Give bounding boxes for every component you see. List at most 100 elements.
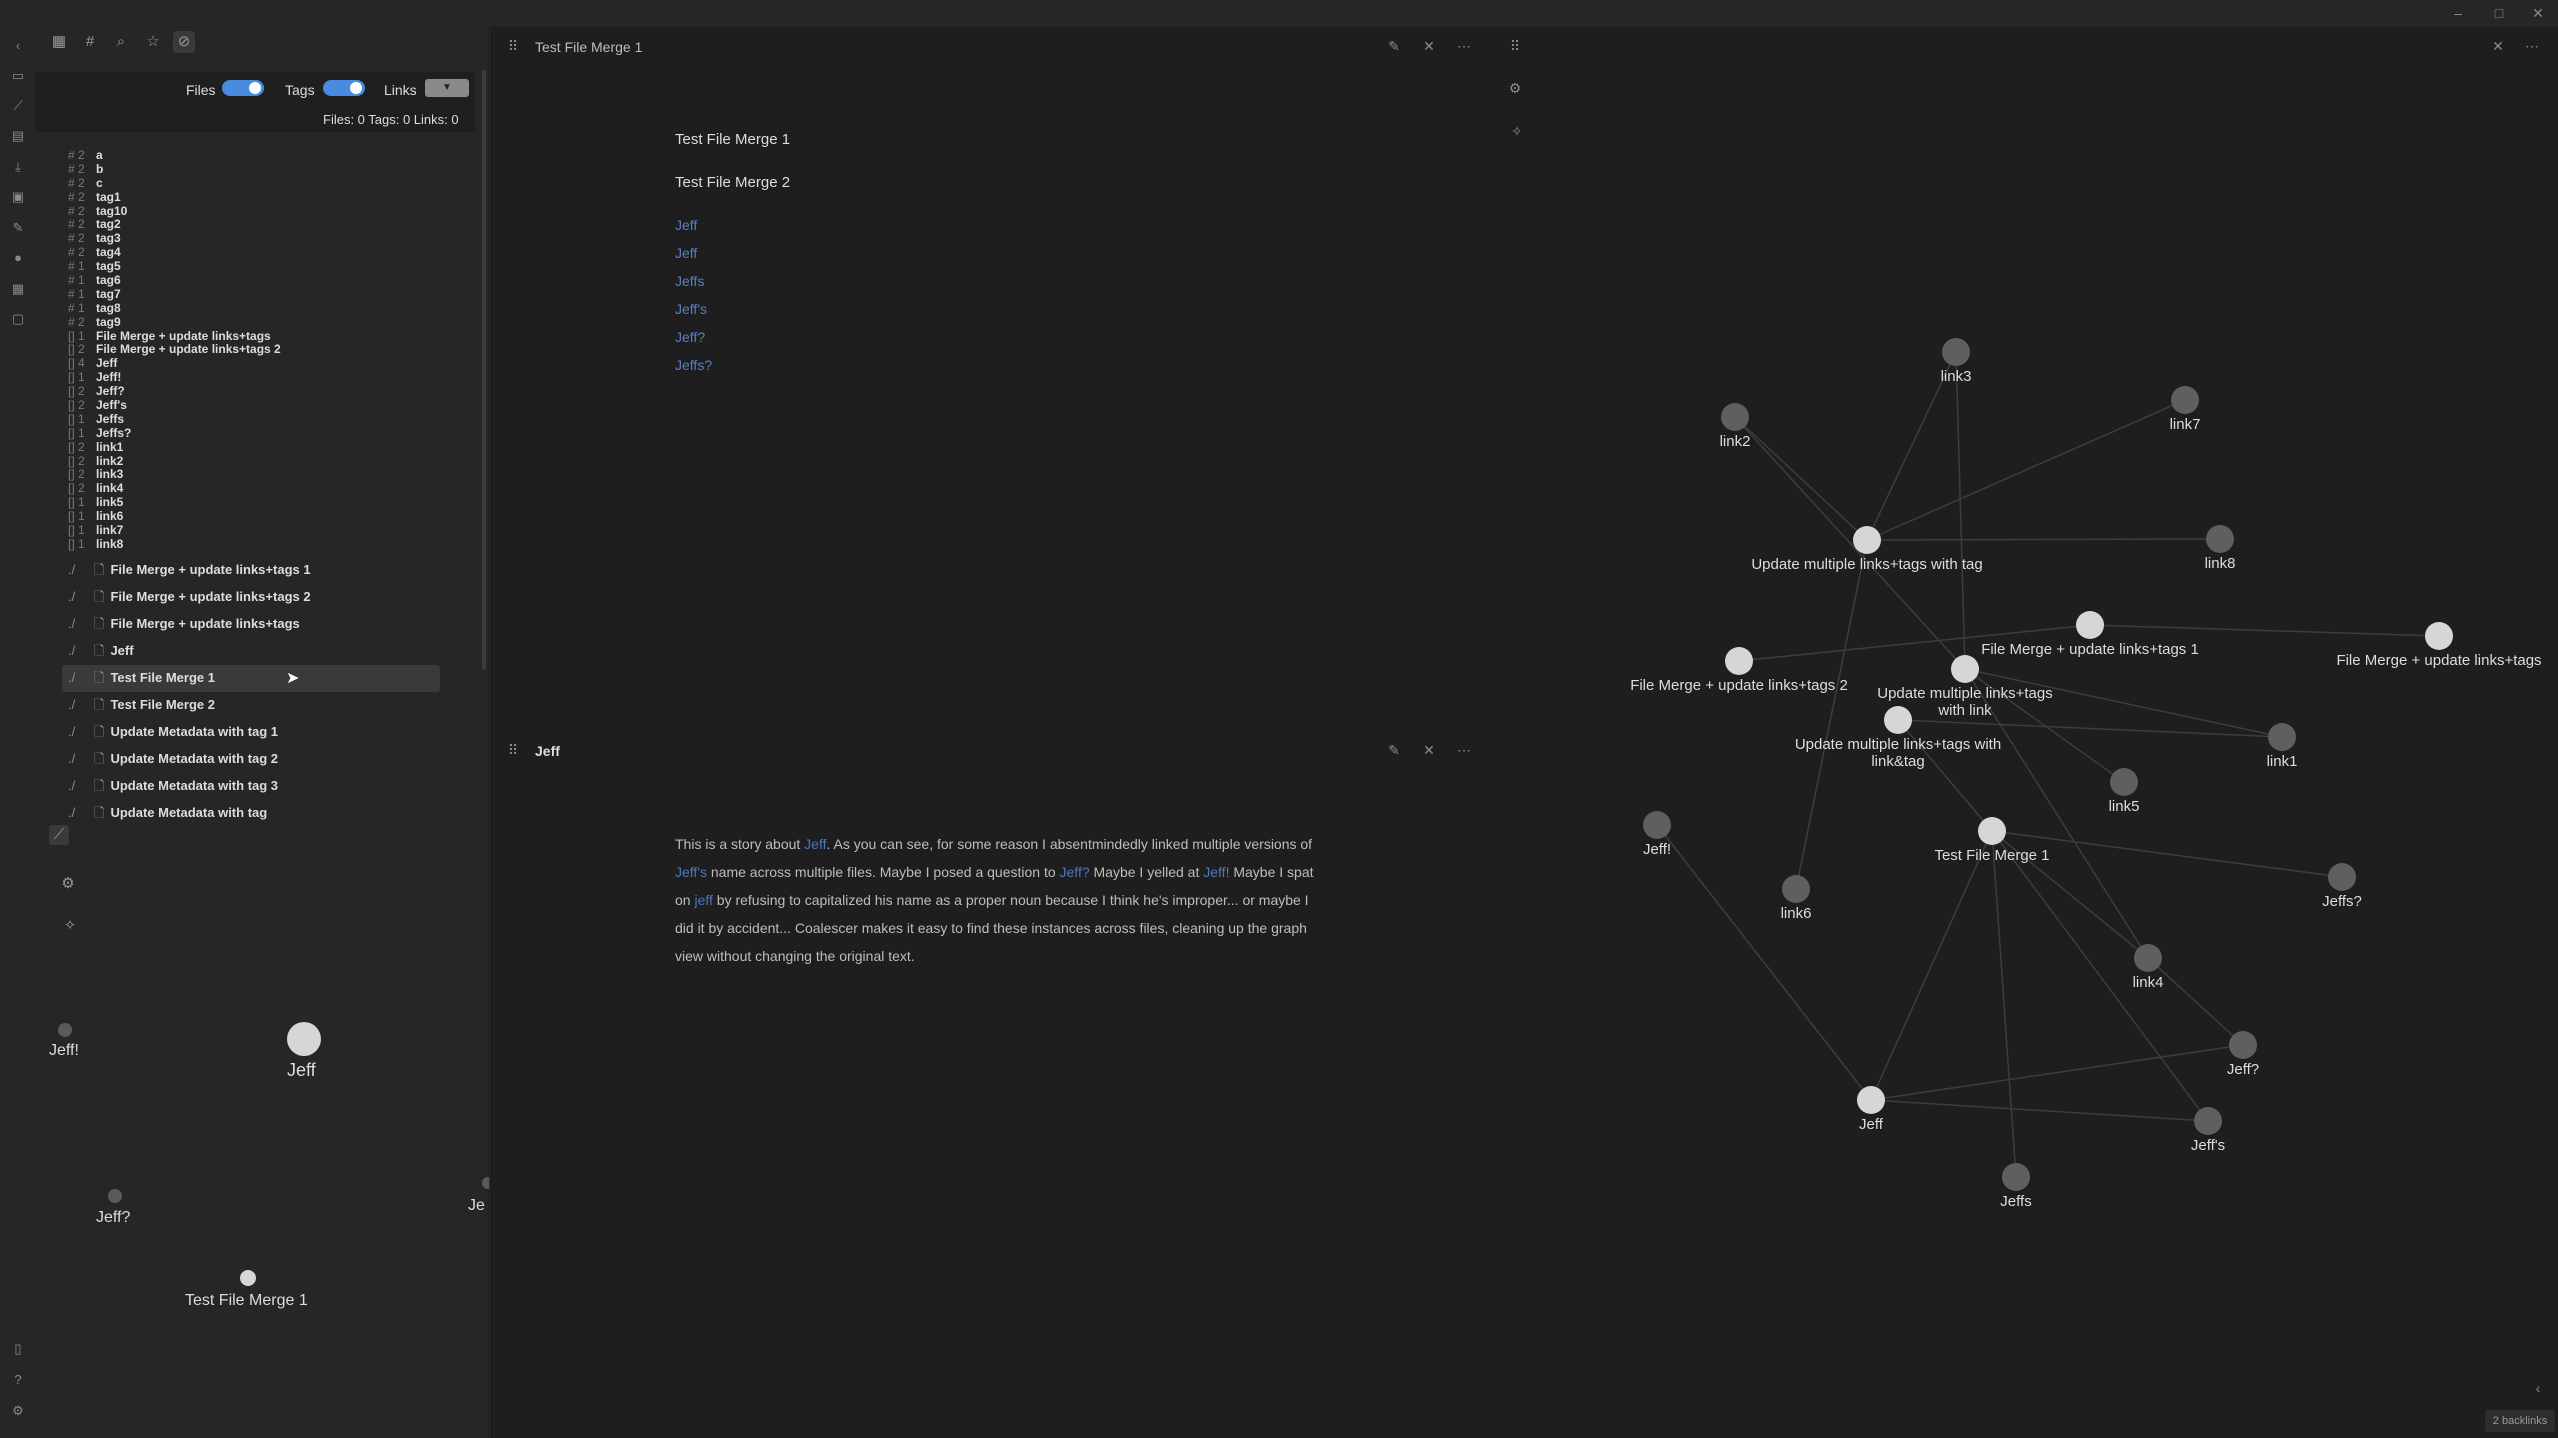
inline-link[interactable]: Jeff <box>804 836 826 852</box>
file-row[interactable]: ./ 🗋 Update Metadata with tag <box>62 800 440 827</box>
graph-node-jeffsq[interactable] <box>2328 863 2356 891</box>
file-row[interactable]: ./ 🗋 File Merge + update links+tags <box>62 611 440 638</box>
doc-link-6[interactable]: Jeffs? <box>675 357 712 373</box>
close-window-icon[interactable]: ✕ <box>2528 4 2548 22</box>
calendar-icon[interactable]: ▢ <box>9 310 27 328</box>
tag-row[interactable]: [] 1 link8 <box>68 537 488 552</box>
inline-link[interactable]: Jeff's <box>675 864 707 880</box>
file-row[interactable]: ./ 🗋 Update Metadata with tag 3 <box>62 773 440 800</box>
search-tab-icon[interactable]: ⌕ <box>110 31 132 53</box>
inline-link[interactable]: jeff <box>694 892 712 908</box>
file-row[interactable]: ./ 🗋 Test File Merge 1 <box>62 665 440 692</box>
book-icon[interactable]: ▯ <box>9 1340 27 1358</box>
graph-node-jeffbang[interactable] <box>1643 811 1671 839</box>
files-tab-icon[interactable]: ▦ <box>48 31 70 53</box>
right-sidebar-collapse-icon[interactable]: ‹ <box>2529 1380 2547 1396</box>
graph-view[interactable]: link3 link2 link7 Update multiple links+tag… <box>1520 27 2558 1438</box>
star-tab-icon[interactable]: ☆ <box>142 31 164 53</box>
local-graph-wand-icon[interactable]: ✧ <box>60 916 80 936</box>
pane1-edit-icon[interactable]: ✎ <box>1385 38 1403 55</box>
edit-icon[interactable]: ✎ <box>9 219 27 237</box>
tag-row[interactable]: [] 1 File Merge + update links+tags <box>68 329 488 344</box>
graph-node-link1[interactable] <box>2268 723 2296 751</box>
graph-node-link7[interactable] <box>2171 386 2199 414</box>
pane2-more-icon[interactable]: ⋯ <box>1455 742 1473 759</box>
graph-more-icon[interactable]: ⋯ <box>2523 38 2541 55</box>
inbox-icon[interactable]: ▣ <box>9 188 27 206</box>
tag-row[interactable]: # 2 tag10 <box>68 204 488 219</box>
tag-row[interactable]: # 2 b <box>68 162 488 177</box>
graph-node-umllt[interactable] <box>1884 706 1912 734</box>
doc-link-2[interactable]: Jeff <box>675 245 697 261</box>
sidebar-scrollbar[interactable] <box>482 70 486 670</box>
mic-icon[interactable]: ● <box>9 249 27 267</box>
graph-node-tfm1[interactable] <box>1978 817 2006 845</box>
tag-row[interactable]: # 2 tag9 <box>68 315 488 330</box>
file-row[interactable]: ./ 🗋 File Merge + update links+tags 2 <box>62 584 440 611</box>
graph-node-fm2[interactable] <box>1725 647 1753 675</box>
tag-row[interactable]: # 2 a <box>68 148 488 163</box>
local-node-tfm1[interactable] <box>240 1270 256 1286</box>
doc-link-1[interactable]: Jeff <box>675 217 697 233</box>
graph-close-icon[interactable]: ✕ <box>2489 38 2507 55</box>
tag-row[interactable]: # 1 tag7 <box>68 287 488 302</box>
graph-node-link8[interactable] <box>2206 525 2234 553</box>
tag-row[interactable]: [] 2 File Merge + update links+tags 2 <box>68 343 488 357</box>
help-icon[interactable]: ? <box>9 1371 27 1389</box>
pane1-title[interactable]: Test File Merge 1 <box>535 39 642 55</box>
file-row[interactable]: ./ 🗋 File Merge + update links+tags 1 <box>62 557 440 584</box>
tag-row[interactable]: [] 2 link1 <box>68 440 488 455</box>
graph-node-link2[interactable] <box>1721 403 1749 431</box>
file-row[interactable]: ./ 🗋 Update Metadata with tag 1 <box>62 719 440 746</box>
maximize-icon[interactable]: □ <box>2489 4 2509 22</box>
graph-node-jeff[interactable] <box>1857 1086 1885 1114</box>
doc-link-4[interactable]: Jeff's <box>675 301 707 317</box>
doc-link-3[interactable]: Jeffs <box>675 273 704 289</box>
chevron-left-icon[interactable]: ‹ <box>9 37 27 55</box>
files-toggle[interactable] <box>222 80 264 96</box>
tag-row[interactable]: # 2 tag2 <box>68 218 488 232</box>
table-icon[interactable]: ▦ <box>9 280 27 298</box>
local-graph-settings-icon[interactable]: ⚙ <box>58 874 78 894</box>
tag-row[interactable]: [] 1 Jeffs? <box>68 426 488 441</box>
links-dropdown[interactable]: ▼ <box>425 79 469 97</box>
local-node-jeffbang[interactable] <box>58 1023 72 1037</box>
local-node-jeffq[interactable] <box>108 1189 122 1203</box>
graph-node-link5[interactable] <box>2110 768 2138 796</box>
tag-row[interactable]: # 1 tag6 <box>68 273 488 288</box>
tag-row[interactable]: [] 1 link7 <box>68 523 488 538</box>
file-row[interactable]: ./ 🗋 Jeff <box>62 638 440 665</box>
tag-row[interactable]: [] 2 Jeff's <box>68 398 488 413</box>
graph-node-jeffapos[interactable] <box>2194 1107 2222 1135</box>
graph-node-umll[interactable] <box>1951 655 1979 683</box>
tag-row[interactable]: # 1 tag5 <box>68 259 488 274</box>
pane1-drag-icon[interactable]: ⠿ <box>504 38 522 55</box>
tag-row[interactable]: [] 4 Jeff <box>68 356 488 371</box>
tags-toggle[interactable] <box>323 80 365 96</box>
minimize-icon[interactable]: – <box>2448 4 2468 22</box>
tag-row[interactable]: # 2 c <box>68 176 488 191</box>
pane2-edit-icon[interactable]: ✎ <box>1385 742 1403 759</box>
tag-row[interactable]: [] 2 link2 <box>68 454 488 469</box>
graph-node-link4[interactable] <box>2134 944 2162 972</box>
graph-node-jeffq[interactable] <box>2229 1031 2257 1059</box>
terminal-icon[interactable]: ▤ <box>9 127 27 145</box>
backlinks-count[interactable]: 2 backlinks <box>2485 1410 2555 1432</box>
pane2-drag-icon[interactable]: ⠿ <box>504 742 522 759</box>
file-row[interactable]: ./ 🗋 Test File Merge 2 <box>62 692 440 719</box>
download-icon[interactable]: ⤓ <box>9 158 27 176</box>
graph-node-fm[interactable] <box>2425 622 2453 650</box>
graph-icon[interactable]: ⟋ <box>9 97 27 115</box>
tags-tab-icon[interactable]: # <box>79 31 101 53</box>
file-icon[interactable]: ▭ <box>9 67 27 85</box>
pane1-more-icon[interactable]: ⋯ <box>1455 38 1473 55</box>
graph-node-link6[interactable] <box>1782 875 1810 903</box>
graph-node-umlt[interactable] <box>1853 526 1881 554</box>
tag-row[interactable]: # 1 tag8 <box>68 301 488 316</box>
inline-link[interactable]: Jeff? <box>1060 864 1090 880</box>
graph-node-fm1[interactable] <box>2076 611 2104 639</box>
inline-link[interactable]: Jeff! <box>1203 864 1229 880</box>
file-row[interactable]: ./ 🗋 Update Metadata with tag 2 <box>62 746 440 773</box>
tag-row[interactable]: # 2 tag3 <box>68 231 488 246</box>
tag-row[interactable]: [] 2 link3 <box>68 468 488 482</box>
